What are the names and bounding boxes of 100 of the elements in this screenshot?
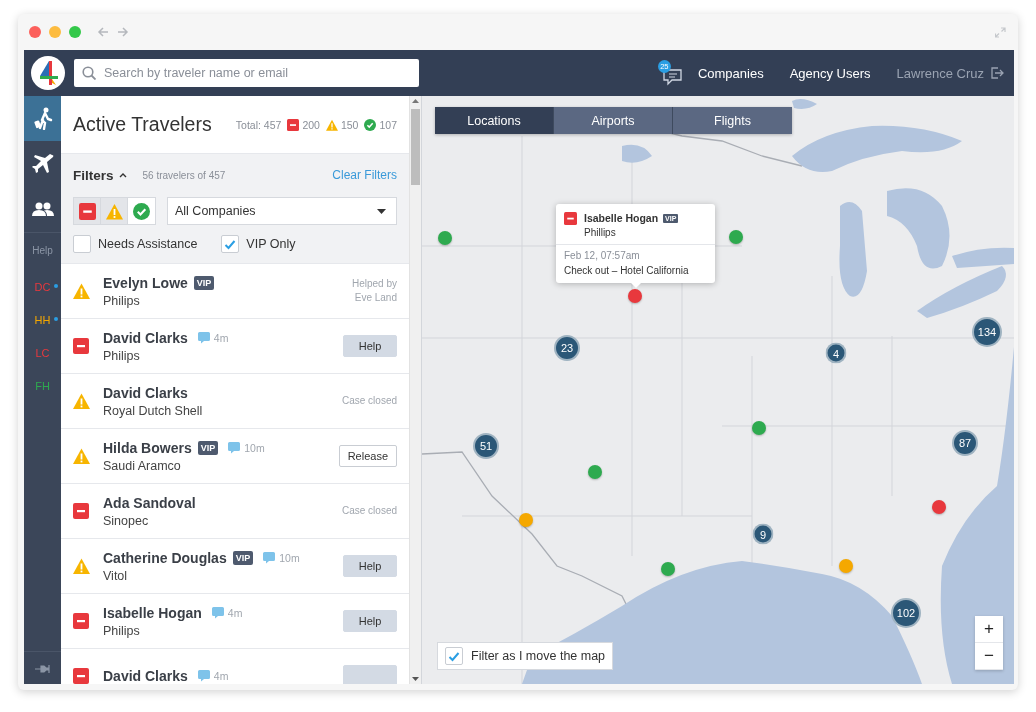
company-name: Philips <box>103 293 141 308</box>
warning-icon <box>325 118 338 131</box>
expand-icon[interactable] <box>995 26 1006 38</box>
scroll-up-arrow-icon[interactable] <box>412 99 419 103</box>
company-name: Royal Dutch Shell <box>103 403 204 418</box>
travelers-nav-item[interactable] <box>24 96 61 141</box>
nav-link[interactable]: Companies <box>697 65 764 81</box>
status-filter-toggle[interactable] <box>101 198 128 224</box>
filter-summary: 56 travelers of 457 <box>142 169 227 181</box>
company-name: Philips <box>103 623 141 638</box>
traveler-name: David Clarks <box>103 329 188 346</box>
alert-square-icon <box>564 212 577 225</box>
logout-icon[interactable] <box>990 66 1004 80</box>
vip-badge: VIP <box>197 440 219 455</box>
traveler-name: Hilda Bowers <box>103 439 192 456</box>
warning-icon <box>105 202 123 220</box>
window-control-dot[interactable] <box>29 26 41 38</box>
traveler-name: Catherine Douglas <box>103 549 227 566</box>
status-count: 150 <box>340 118 359 131</box>
check-icon <box>224 238 237 250</box>
zoom-button[interactable]: − <box>975 643 1003 670</box>
traveler-row[interactable]: David Clarks 4m Philips Help <box>61 318 409 373</box>
vip-badge: VIP <box>232 550 254 565</box>
zoom-button[interactable]: + <box>975 616 1003 643</box>
status-filter-toggle[interactable] <box>128 198 155 224</box>
traveler-row[interactable]: Catherine Douglas VIP 10m Vitol Help <box>61 538 409 593</box>
warning-icon <box>73 448 90 464</box>
agent-initials[interactable]: HH <box>34 313 51 326</box>
forward-arrow-icon[interactable] <box>117 26 129 38</box>
alert-square-icon <box>78 202 96 220</box>
alert-square-icon <box>73 613 89 629</box>
message-age: 4m <box>213 331 229 344</box>
chat-bubble-icon <box>197 331 210 344</box>
airplane-icon <box>31 153 54 174</box>
panel-title: Active Travelers <box>73 113 213 136</box>
traveler-row[interactable]: Hilda Bowers VIP 10m Saudi Aramco Release <box>61 428 409 483</box>
warning-icon <box>73 393 90 409</box>
message-age: 4m <box>213 670 229 682</box>
action-button[interactable]: Help <box>343 335 397 357</box>
action-button[interactable]: Release <box>338 445 397 467</box>
user-name[interactable]: Lawrence Cruz <box>896 65 984 81</box>
status-note: Helped by Eve Land <box>350 276 397 305</box>
traveler-row[interactable]: David Clarks 4m <box>61 648 409 684</box>
window-control-dot[interactable] <box>69 26 81 38</box>
caret-icon <box>377 208 386 214</box>
filters-toggle[interactable]: Filters <box>73 167 127 183</box>
status-count: 107 <box>379 118 397 131</box>
status-note: Case closed <box>341 393 397 408</box>
checkbox[interactable] <box>221 235 240 253</box>
map-tab[interactable]: Locations <box>435 107 554 134</box>
company-name: Philips <box>103 348 141 363</box>
action-button[interactable]: Help <box>343 610 397 632</box>
message-age: 4m <box>227 606 243 619</box>
company-select[interactable]: All Companies <box>167 197 397 225</box>
traveler-name: Ada Sandoval <box>103 494 196 511</box>
traveler-row[interactable]: Ada Sandoval Sinopec Case closed <box>61 483 409 538</box>
traveler-name: Evelyn Lowe <box>103 274 188 291</box>
total-count: Total: 457 <box>235 118 282 131</box>
logo[interactable] <box>31 56 65 90</box>
traveler-name: Isabelle Hogan <box>103 604 202 621</box>
people-icon <box>31 201 54 216</box>
scroll-down-arrow-icon[interactable] <box>412 677 419 681</box>
status-filter-toggle[interactable] <box>74 198 101 224</box>
traveler-row[interactable]: Evelyn Lowe VIP Philips Helped by Eve Land <box>61 263 409 318</box>
alert-square-icon <box>73 338 89 354</box>
traveler-icon <box>32 107 53 130</box>
company-name: Vitol <box>103 568 129 583</box>
vip-badge: VIP <box>193 275 215 290</box>
action-button[interactable]: Help <box>343 555 397 577</box>
pin-icon[interactable] <box>34 664 51 674</box>
traveler-name: David Clarks <box>103 384 188 401</box>
scrollbar-thumb[interactable] <box>411 109 420 185</box>
checkbox-label[interactable]: VIP Only <box>246 237 296 251</box>
chat-bubble-icon <box>263 551 276 564</box>
message-age: 10m <box>279 551 300 564</box>
status-count: 200 <box>302 118 320 131</box>
traveler-name: David Clarks <box>103 668 188 684</box>
warning-icon <box>73 283 90 299</box>
chat-bubble-icon <box>197 670 210 682</box>
traveler-row[interactable]: Isabelle Hogan 4m Philips Help <box>61 593 409 648</box>
traveler-name: Isabelle Hogan <box>584 212 659 224</box>
message-age: 10m <box>244 441 265 454</box>
event-time: Feb 12, 07:57am <box>564 250 641 261</box>
status-note: Case closed <box>341 503 397 518</box>
company-name: Sinopec <box>103 513 150 528</box>
event-description: Check out – Hotel California <box>564 265 690 276</box>
map-tab[interactable]: Flights <box>673 107 792 134</box>
warning-icon <box>73 558 90 574</box>
alert-square-icon <box>287 118 300 131</box>
chat-bubble-icon <box>211 606 224 619</box>
checkbox-label[interactable]: Needs Assistance <box>98 237 198 251</box>
back-arrow-icon[interactable] <box>97 26 109 38</box>
checkbox[interactable] <box>73 235 91 253</box>
map-tab[interactable]: Airports <box>554 107 673 134</box>
search-field[interactable]: Search by traveler name or email <box>74 59 419 87</box>
scrollbar[interactable] <box>409 96 421 684</box>
nav-link[interactable]: Agency Users <box>789 65 871 81</box>
window-control-dot[interactable] <box>49 26 61 38</box>
checkbox[interactable] <box>445 647 463 665</box>
alert-square-icon <box>73 503 89 519</box>
